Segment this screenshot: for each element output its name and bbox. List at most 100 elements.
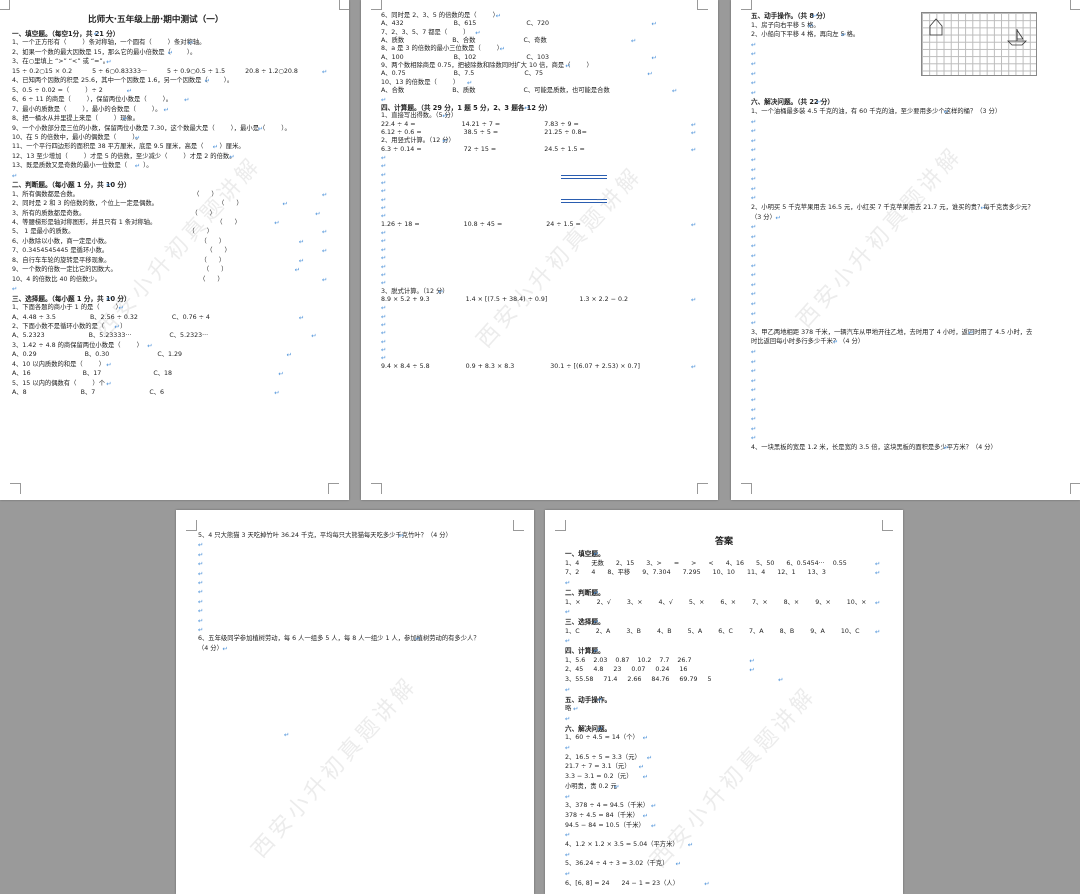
text-line: 8、自行车车轮的旋转是平移现象。 （ ） <box>12 256 226 264</box>
paragraph-mark: ↵ <box>816 98 822 107</box>
paragraph-mark: ↵ <box>832 338 839 347</box>
paragraph-mark: ↵ <box>212 143 219 152</box>
text-line: 4、1.2 × 1.2 × 3.5 = 5.04（平方米） <box>565 841 679 848</box>
text-line: 6、[6, 8] = 24 24 − 1 = 23（人） <box>565 879 680 887</box>
text-line: 13、既是质数又是奇数的最小一位数是（ ）。 <box>12 162 153 170</box>
paragraph-mark: ↵ <box>93 30 100 38</box>
paragraph-mark: ↵ <box>257 124 264 133</box>
text-line: A、5.2323 B、5.23333··· C、5.2323··· <box>12 332 209 340</box>
paragraph-mark: ↵ <box>381 95 387 104</box>
text-line: 21.7 ÷ 7 = 3.1（元） <box>565 763 631 771</box>
paragraph-mark: ↵ <box>311 332 317 341</box>
paragraph-mark: ↵ <box>198 550 204 559</box>
paragraph-mark: ↵ <box>106 379 112 388</box>
paragraph-mark: ↵ <box>381 229 387 238</box>
crop-mark <box>371 0 382 10</box>
paragraph-mark: ↵ <box>114 322 120 331</box>
paragraph-mark: ↵ <box>751 50 757 59</box>
text-line: 1、所有偶数都是合数。 （ ） <box>12 190 218 198</box>
strikethrough-mark <box>561 175 607 179</box>
paragraph-mark: ↵ <box>147 341 153 350</box>
text-line: 1、× 2、√ 3、× 4、√ 5、× 6、× 7、× 8、× 9、× 10、× <box>565 598 867 606</box>
crop-mark <box>513 520 524 531</box>
paragraph-mark: ↵ <box>614 782 620 791</box>
paragraph-mark: ↵ <box>467 78 473 87</box>
text-line: 10、4 的倍数比 40 的倍数少。 （ ） <box>12 275 224 283</box>
text-line: 15 ÷ 0.2○15 × 0.2 5 ÷ 6○0.83333··· 5 ÷ 0… <box>12 67 298 75</box>
paragraph-mark: ↵ <box>381 270 387 279</box>
text-line: 1、60 ÷ 4.5 ≈ 14（个） <box>565 734 639 742</box>
paragraph-mark: ↵ <box>751 127 757 136</box>
paragraph-mark: ↵ <box>751 376 757 385</box>
text-line: 1、下面各题的商小于 1 的是（ ） <box>12 304 122 312</box>
text-line: 6、同时是 2、3、5 的倍数的是（ ） <box>381 12 499 19</box>
paragraph-mark: ↵ <box>751 165 757 174</box>
paragraph-mark: ↵ <box>524 103 530 112</box>
paragraph-mark: ↵ <box>751 424 757 433</box>
paragraph-mark: ↵ <box>642 811 649 820</box>
paragraph-mark: ↵ <box>751 300 757 308</box>
text-line: 小明贵，贵 0.2 元 <box>565 782 617 790</box>
section-heading: 三、选择题。（每小题 1 分，共 10 分） <box>12 294 131 303</box>
paragraph-mark: ↵ <box>229 152 235 161</box>
paragraph-mark: ↵ <box>12 285 18 294</box>
house-and-boat-drawing <box>929 18 1027 46</box>
paragraph-mark: ↵ <box>646 753 653 762</box>
text-line: 1、一个油桶最多装 4.5 千克的油，有 60 千克的油，至少要用多少个这样的桶… <box>751 108 1002 115</box>
paragraph-mark: ↵ <box>980 204 986 212</box>
text-line: A、8 B、7 C、6 <box>12 389 165 397</box>
paragraph-mark: ↵ <box>751 69 757 78</box>
paragraph-mark: ↵ <box>381 187 387 196</box>
text-line: 11、一个平行四边形的面积是 38 平方厘米，底是 9.5 厘米，高是（ ）厘米… <box>12 143 245 151</box>
text-line: 1、C 2、A 3、B 4、B 5、A 6、C 7、A 8、B 9、A 10、C <box>565 627 860 635</box>
text-line: 1、一个正方形有（ ）条对称轴，一个圆有（ ）条对称轴。 <box>12 39 206 47</box>
crop-mark <box>10 483 21 494</box>
text-line: 2、同时是 2 和 3 的倍数的数，个位上一定是偶数。 （ ） <box>12 200 243 208</box>
paragraph-mark: ↵ <box>691 220 697 229</box>
paragraph-mark: ↵ <box>322 228 328 237</box>
paragraph-mark: ↵ <box>812 12 818 20</box>
paragraph-mark: ↵ <box>381 329 387 338</box>
paragraph-mark: ↵ <box>749 666 755 675</box>
text-line: 1.26 ÷ 18 = 10.8 ÷ 45 = 24 ÷ 1.5 = <box>381 220 581 228</box>
paragraph-mark: ↵ <box>631 37 637 46</box>
paragraph-mark: ↵ <box>565 850 571 859</box>
paragraph-mark: ↵ <box>751 232 757 241</box>
paragraph-mark: ↵ <box>565 744 571 752</box>
paragraph-mark: ↵ <box>751 146 757 155</box>
paragraph-mark: ↵ <box>298 256 305 265</box>
paragraph-mark: ↵ <box>875 598 881 607</box>
text-line: 22.4 ÷ 4 = 14.21 ÷ 7 = 7.83 ÷ 9 = <box>381 120 579 128</box>
text-line: A、4.48 ÷ 3.5 B、2.56 ÷ 0.32 C、0.76 ÷ 4 <box>12 313 210 321</box>
paragraph-mark: ↵ <box>875 559 881 568</box>
paragraph-mark: ↵ <box>12 171 18 180</box>
paragraph-mark: ↵ <box>775 213 781 222</box>
paragraph-mark: ↵ <box>198 588 204 597</box>
crop-mark <box>741 483 752 494</box>
paragraph-mark: ↵ <box>691 128 697 137</box>
paragraph-mark: ↵ <box>499 45 506 54</box>
paragraph-mark: ↵ <box>565 685 571 694</box>
paragraph-mark: ↵ <box>751 319 757 328</box>
text-line: 5、36.24 ÷ 4 ÷ 3 = 3.02（千克） <box>565 860 669 868</box>
paragraph-mark: ↵ <box>751 357 757 366</box>
text-line: 2、下面小数不是循环小数的是（ ） <box>12 322 127 330</box>
paragraph-mark: ↵ <box>381 195 387 204</box>
paragraph-mark: ↵ <box>751 40 757 49</box>
text-line: 4、一块黑板的宽是 1.2 米，长是宽的 3.5 倍，这块黑板的面积是多少平方米… <box>751 444 997 451</box>
text-line: A、100 B、102 C、103 <box>381 53 550 61</box>
crop-mark <box>741 0 752 10</box>
text-line: 9、一个数的倍数一定比它的因数大。 （ ） <box>12 266 228 274</box>
text-line: 略 <box>565 705 572 713</box>
paragraph-mark: ↵ <box>106 294 112 303</box>
paragraph-mark: ↵ <box>749 656 755 665</box>
text-line: 3.3 − 3.1 = 0.2（元） <box>565 773 633 781</box>
text-line: 7、2 4 8、平移 9、7.304 7.295 10、10 11、4 12、1… <box>565 569 826 577</box>
paragraph-mark: ↵ <box>122 115 129 124</box>
crop-mark <box>0 0 10 10</box>
paragraph-mark: ↵ <box>286 351 293 360</box>
paragraph-mark: ↵ <box>751 405 757 414</box>
paragraph-mark: ↵ <box>322 190 328 199</box>
paragraph-mark: ↵ <box>381 245 387 254</box>
answer-title: 答案 <box>715 537 734 547</box>
